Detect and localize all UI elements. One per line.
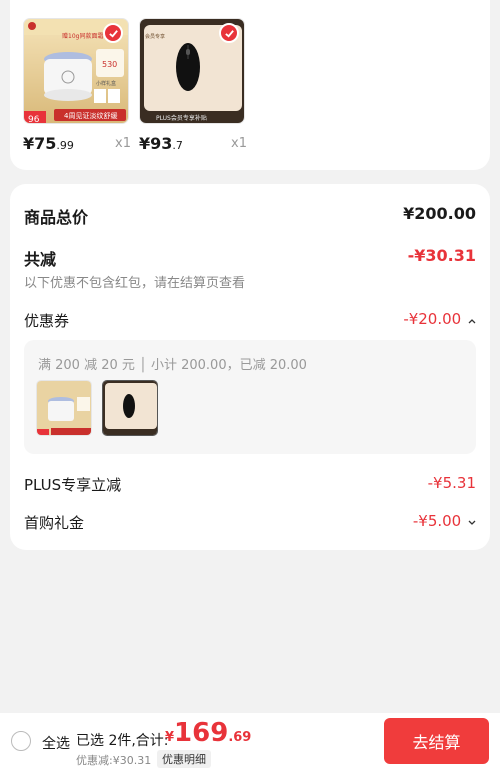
coupon-desc: 满 200 减 20 元 │ 小计 200.00，已减 20.00 bbox=[38, 358, 307, 373]
selected-count-text: 已选 2件,合计: bbox=[76, 733, 169, 749]
product-image-mouse[interactable]: 会员专享 PLUS会员专享补贴 bbox=[139, 18, 245, 124]
first-purchase-toggle[interactable]: -¥5.00 bbox=[413, 512, 476, 530]
first-purchase-label: 首购礼金 bbox=[24, 514, 85, 532]
coupon-label: 优惠券 bbox=[24, 312, 70, 330]
product-price: ¥93.7 bbox=[139, 134, 183, 153]
chevron-up-icon bbox=[468, 314, 476, 327]
chevron-down-icon bbox=[468, 512, 476, 530]
total-value: ¥200.00 bbox=[403, 204, 476, 223]
cream-headline: 赠10g同款面霜 bbox=[62, 32, 103, 40]
plus-label: PLUS专享立减 bbox=[24, 476, 122, 494]
checkout-button[interactable]: 去结算 bbox=[384, 718, 489, 764]
first-purchase-value: -¥5.00 bbox=[412, 512, 462, 530]
reduce-value: -¥30.31 bbox=[407, 246, 476, 265]
cream-badge: 4周见证淡纹舒缓 bbox=[64, 111, 117, 120]
coupon-detail-box: 满 200 减 20 元 │ 小计 200.00，已减 20.00 bbox=[24, 340, 476, 454]
coupon-item-thumb-cream[interactable] bbox=[36, 380, 92, 436]
product-selected-check-icon[interactable] bbox=[219, 23, 239, 43]
cream-price-tag: 96 bbox=[28, 115, 40, 124]
coupon-value: -¥20.00 bbox=[403, 310, 462, 328]
price-summary-card: 商品总价 ¥200.00 共减 -¥30.31 以下优惠不包含红包，请在结算页查… bbox=[10, 184, 490, 550]
coupon-toggle[interactable]: -¥20.00 bbox=[403, 310, 476, 328]
mouse-badge: PLUS会员专享补贴 bbox=[156, 114, 207, 122]
reduce-label: 共减 bbox=[24, 250, 57, 269]
plus-value: -¥5.31 bbox=[427, 474, 476, 492]
total-label: 商品总价 bbox=[24, 208, 89, 227]
coupon-item-thumb-mouse[interactable] bbox=[102, 380, 158, 436]
cream-side-number: 530 bbox=[102, 60, 117, 69]
total-price: ¥169.69 bbox=[165, 718, 252, 748]
cream-side-label: 小样礼盒 bbox=[96, 80, 116, 87]
product-qty: x1 bbox=[115, 136, 131, 151]
product-qty: x1 bbox=[231, 136, 247, 151]
select-all-radio[interactable] bbox=[11, 731, 31, 751]
mouse-corner-label: 会员专享 bbox=[145, 33, 165, 40]
product-price: ¥75.99 bbox=[23, 134, 74, 153]
product-selected-check-icon[interactable] bbox=[103, 23, 123, 43]
checkout-bar: 全选 已选 2件,合计: ¥169.69 优惠减:¥30.31 优惠明细 去结算 bbox=[0, 713, 500, 769]
discount-detail-button[interactable]: 优惠明细 bbox=[157, 750, 211, 768]
discount-summary: 优惠减:¥30.31 bbox=[76, 754, 152, 767]
reduce-note: 以下优惠不包含红包，请在结算页查看 bbox=[24, 276, 246, 291]
select-all-label[interactable]: 全选 bbox=[42, 733, 70, 753]
product-image-cream[interactable]: 赠10g同款面霜 530 小样礼盒 4周见证淡纹舒缓 96 bbox=[23, 18, 129, 124]
cart-products-card: 赠10g同款面霜 530 小样礼盒 4周见证淡纹舒缓 96 会员专享 PLUS会… bbox=[10, 0, 490, 170]
